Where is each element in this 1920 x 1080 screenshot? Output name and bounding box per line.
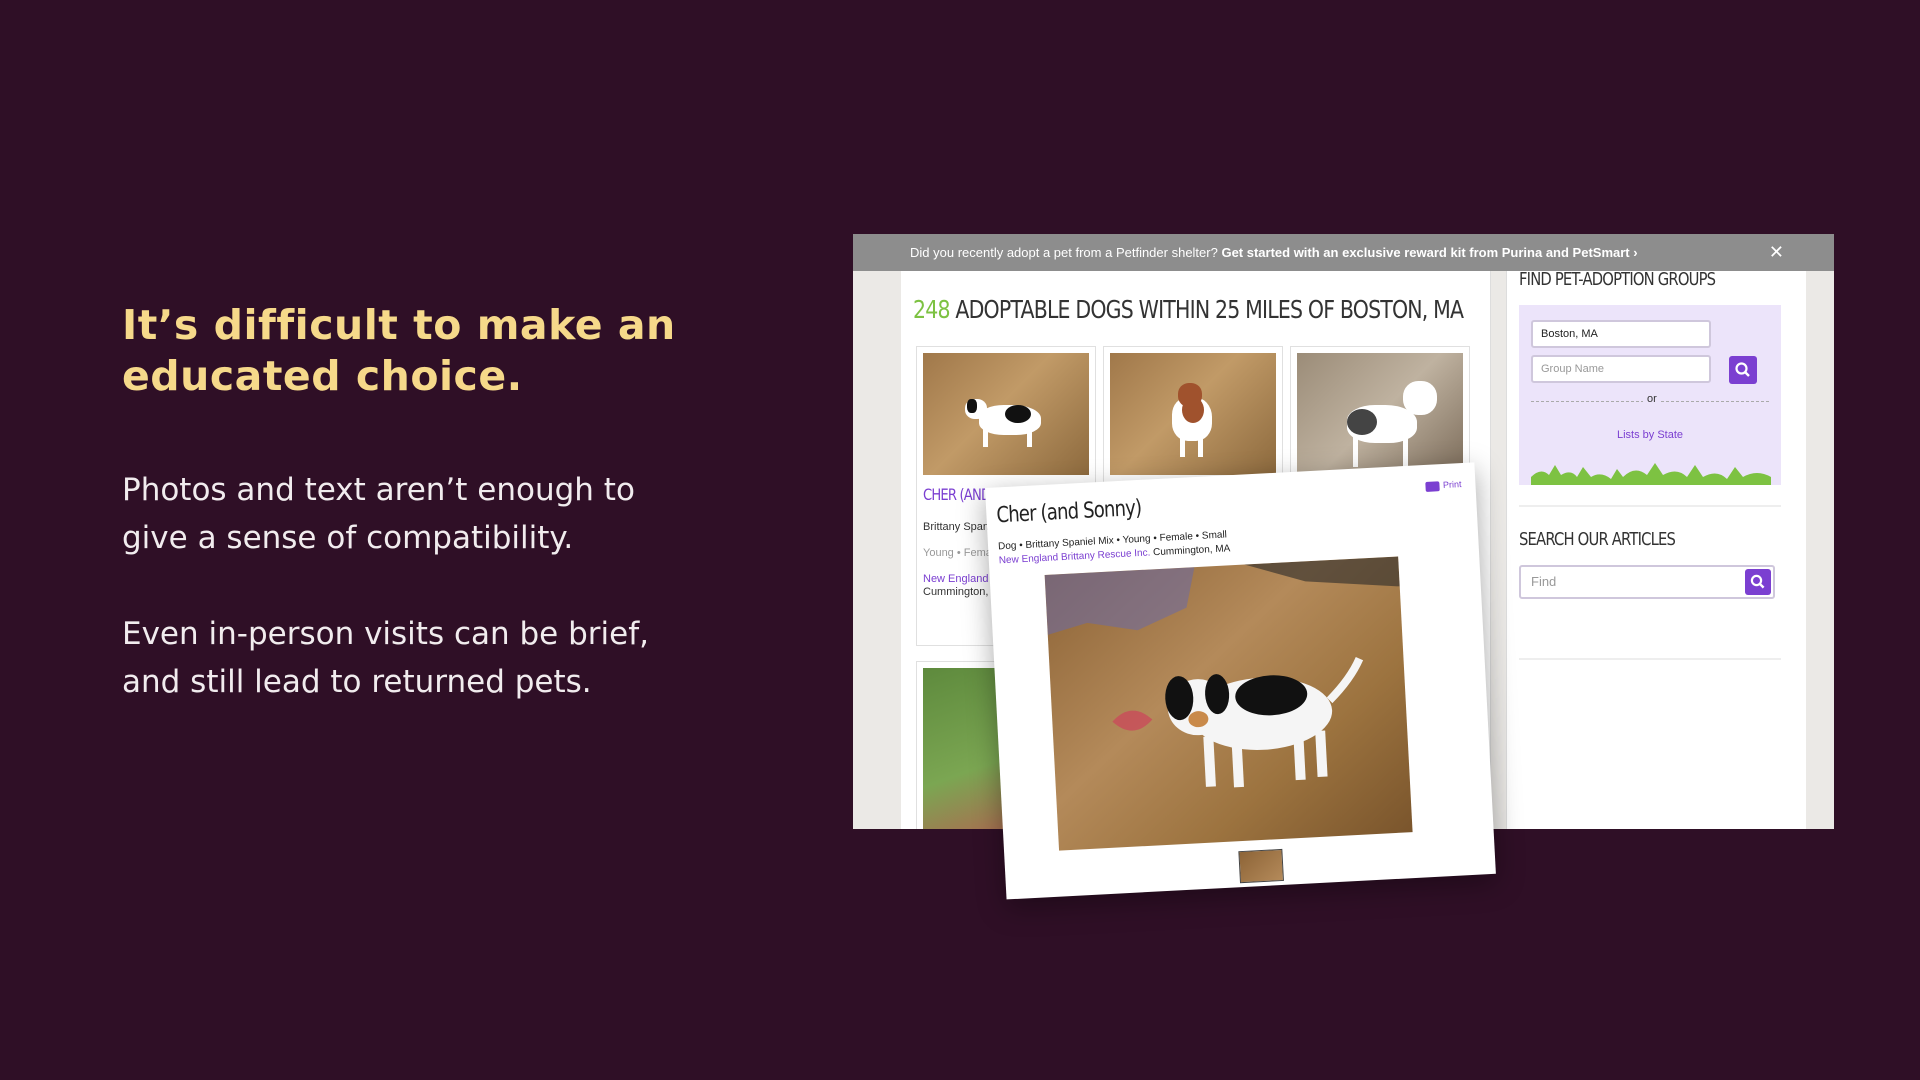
animal-silhouettes-decoration [1531,463,1771,485]
adoption-groups-box: Boston, MA Group Name or Lists by State [1519,305,1781,485]
pet-photo[interactable] [923,353,1089,475]
lists-by-state-link[interactable]: Lists by State [1519,429,1781,441]
popup-location: Cummington, MA [1150,543,1231,559]
print-button[interactable]: Print [1425,479,1462,492]
pet-photo[interactable] [1297,353,1463,475]
results-count: 248 [913,295,950,324]
popup-pet-photo [1044,556,1413,851]
section-divider [1519,658,1781,660]
section-divider [1519,505,1781,507]
search-icon [1735,362,1750,377]
printer-icon [1425,480,1441,492]
results-heading: 248 ADOPTABLE DOGS WITHIN 25 MILES OF BO… [913,295,1464,324]
dog-photo-illustration [1044,556,1400,788]
slide-paragraph-visits: Even in-person visits can be brief, and … [122,616,649,700]
group-name-input[interactable]: Group Name [1531,355,1711,383]
popup-pet-name: Cher (and Sonny) [995,495,1142,529]
banner-text: Did you recently adopt a pet from a Petf… [910,245,1222,260]
slide-paragraph-photos: Photos and text aren’t enough to give a … [122,472,635,556]
results-heading-text: ADOPTABLE DOGS WITHIN 25 MILES OF BOSTON… [949,295,1464,324]
adoption-groups-heading: FIND PET-ADOPTION GROUPS [1519,269,1716,290]
banner-cta[interactable]: Get started with an exclusive reward kit… [1221,245,1637,260]
location-input[interactable]: Boston, MA [1531,320,1711,348]
pet-detail-popup: Cher (and Sonny) Print Dog • Brittany Sp… [985,462,1496,900]
articles-search-button[interactable] [1745,569,1771,595]
sidebar: FIND PET-ADOPTION GROUPS Boston, MA Grou… [1506,269,1806,829]
promo-banner[interactable]: Did you recently adopt a pet from a Petf… [853,234,1834,271]
or-label: or [1643,393,1661,405]
slide-title: It’s difficult to make an educated choic… [122,301,676,400]
close-icon[interactable]: ✕ [1769,234,1784,271]
print-label: Print [1442,479,1462,491]
articles-search-placeholder: Find [1531,574,1557,589]
search-articles-heading: SEARCH OUR ARTICLES [1519,529,1676,550]
popup-thumbnail[interactable] [1238,848,1284,884]
search-icon [1750,574,1765,589]
pet-photo[interactable] [1110,353,1276,475]
group-search-button[interactable] [1729,356,1757,384]
articles-search-input[interactable]: Find [1519,565,1775,599]
